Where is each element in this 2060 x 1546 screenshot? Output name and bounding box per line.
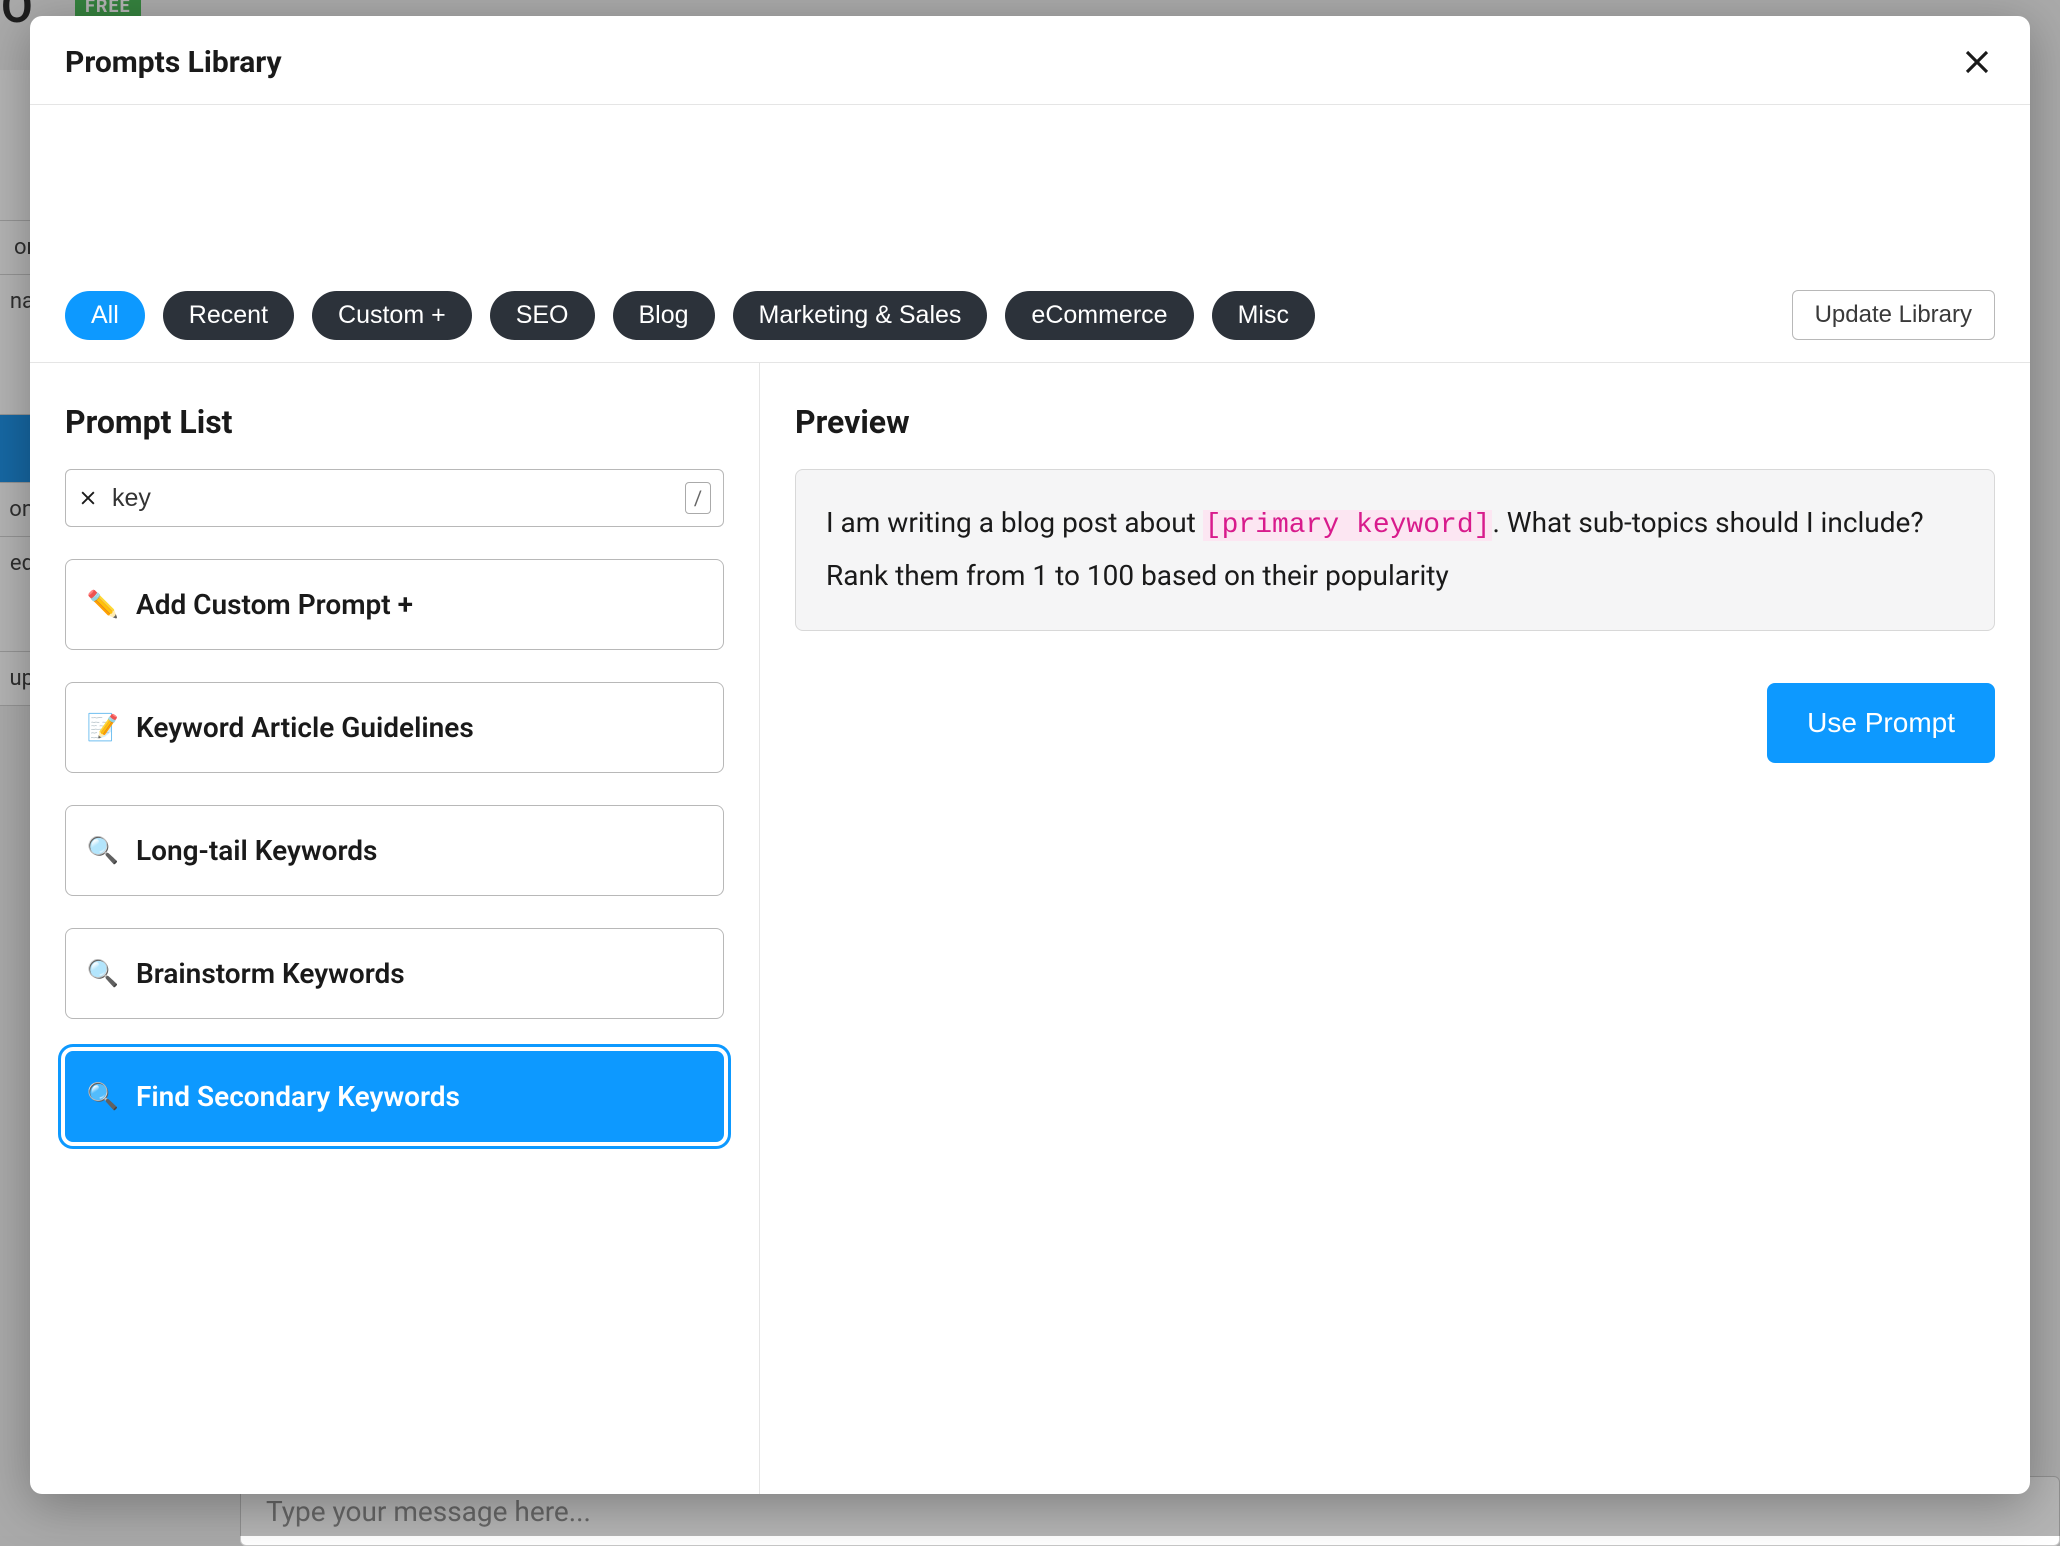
modal-header: Prompts Library <box>30 16 2030 105</box>
filter-pill-misc[interactable]: Misc <box>1212 291 1315 340</box>
close-button[interactable] <box>1959 44 1995 80</box>
modal-body: Prompt List / ✏️ Add Custom Prompt + 📝 Keyw… <box>30 363 2030 1494</box>
prompt-item[interactable]: 🔍 Find Secondary Keywords <box>65 1051 724 1142</box>
filter-pill-marketing-sales[interactable]: Marketing & Sales <box>733 291 988 340</box>
modal-title: Prompts Library <box>65 45 282 80</box>
prompt-item[interactable]: 🔍 Brainstorm Keywords <box>65 928 724 1019</box>
prompt-item-label: Keyword Article Guidelines <box>136 711 474 744</box>
magnifying-glass-icon: 🔍 <box>88 836 118 866</box>
filter-pill-recent[interactable]: Recent <box>163 291 294 340</box>
slash-shortcut-badge: / <box>685 482 711 514</box>
preview-title: Preview <box>795 403 1995 441</box>
prompt-list: ✏️ Add Custom Prompt + 📝 Keyword Article Gu… <box>65 559 724 1142</box>
filter-pill-ecommerce[interactable]: eCommerce <box>1005 291 1193 340</box>
update-library-button[interactable]: Update Library <box>1792 290 1995 340</box>
prompt-item-label: Brainstorm Keywords <box>136 957 405 990</box>
prompt-item[interactable]: ✏️ Add Custom Prompt + <box>65 559 724 650</box>
search-field-wrapper: / <box>65 469 724 527</box>
preview-text: I am writing a blog post about [primary … <box>795 469 1995 631</box>
pencil-icon: ✏️ <box>88 590 118 620</box>
prompt-item-label: Find Secondary Keywords <box>136 1080 460 1113</box>
magnifying-glass-icon: 🔍 <box>88 1082 118 1112</box>
use-prompt-button[interactable]: Use Prompt <box>1767 683 1995 763</box>
filter-section: All Recent Custom + SEO Blog Marketing & Sale… <box>30 105 2030 363</box>
prompts-library-modal: Prompts Library All Recent Custom + SEO Blog… <box>30 16 2030 1494</box>
preview-text-before: I am writing a blog post about <box>826 506 1203 539</box>
filter-pills: All Recent Custom + SEO Blog Marketing & Sale… <box>65 291 1315 340</box>
preview-variable: [primary keyword] <box>1203 510 1493 541</box>
prompt-list-panel: Prompt List / ✏️ Add Custom Prompt + 📝 Keyw… <box>30 363 760 1494</box>
close-icon <box>78 488 98 508</box>
filter-pill-blog[interactable]: Blog <box>613 291 715 340</box>
memo-icon: 📝 <box>88 713 118 743</box>
prompt-item[interactable]: 📝 Keyword Article Guidelines <box>65 682 724 773</box>
use-prompt-row: Use Prompt <box>795 683 1995 763</box>
magnifying-glass-icon: 🔍 <box>88 959 118 989</box>
filter-pill-custom-[interactable]: Custom + <box>312 291 472 340</box>
prompt-list-title: Prompt List <box>65 403 724 441</box>
prompt-item[interactable]: 🔍 Long-tail Keywords <box>65 805 724 896</box>
preview-panel: Preview I am writing a blog post about [… <box>760 363 2030 1494</box>
close-icon <box>1962 47 1992 77</box>
prompt-item-label: Add Custom Prompt + <box>136 588 413 621</box>
filter-pill-seo[interactable]: SEO <box>490 291 595 340</box>
search-input[interactable] <box>112 484 671 513</box>
filter-pill-all[interactable]: All <box>65 291 145 340</box>
prompt-item-label: Long-tail Keywords <box>136 834 377 867</box>
clear-search-button[interactable] <box>78 488 98 508</box>
